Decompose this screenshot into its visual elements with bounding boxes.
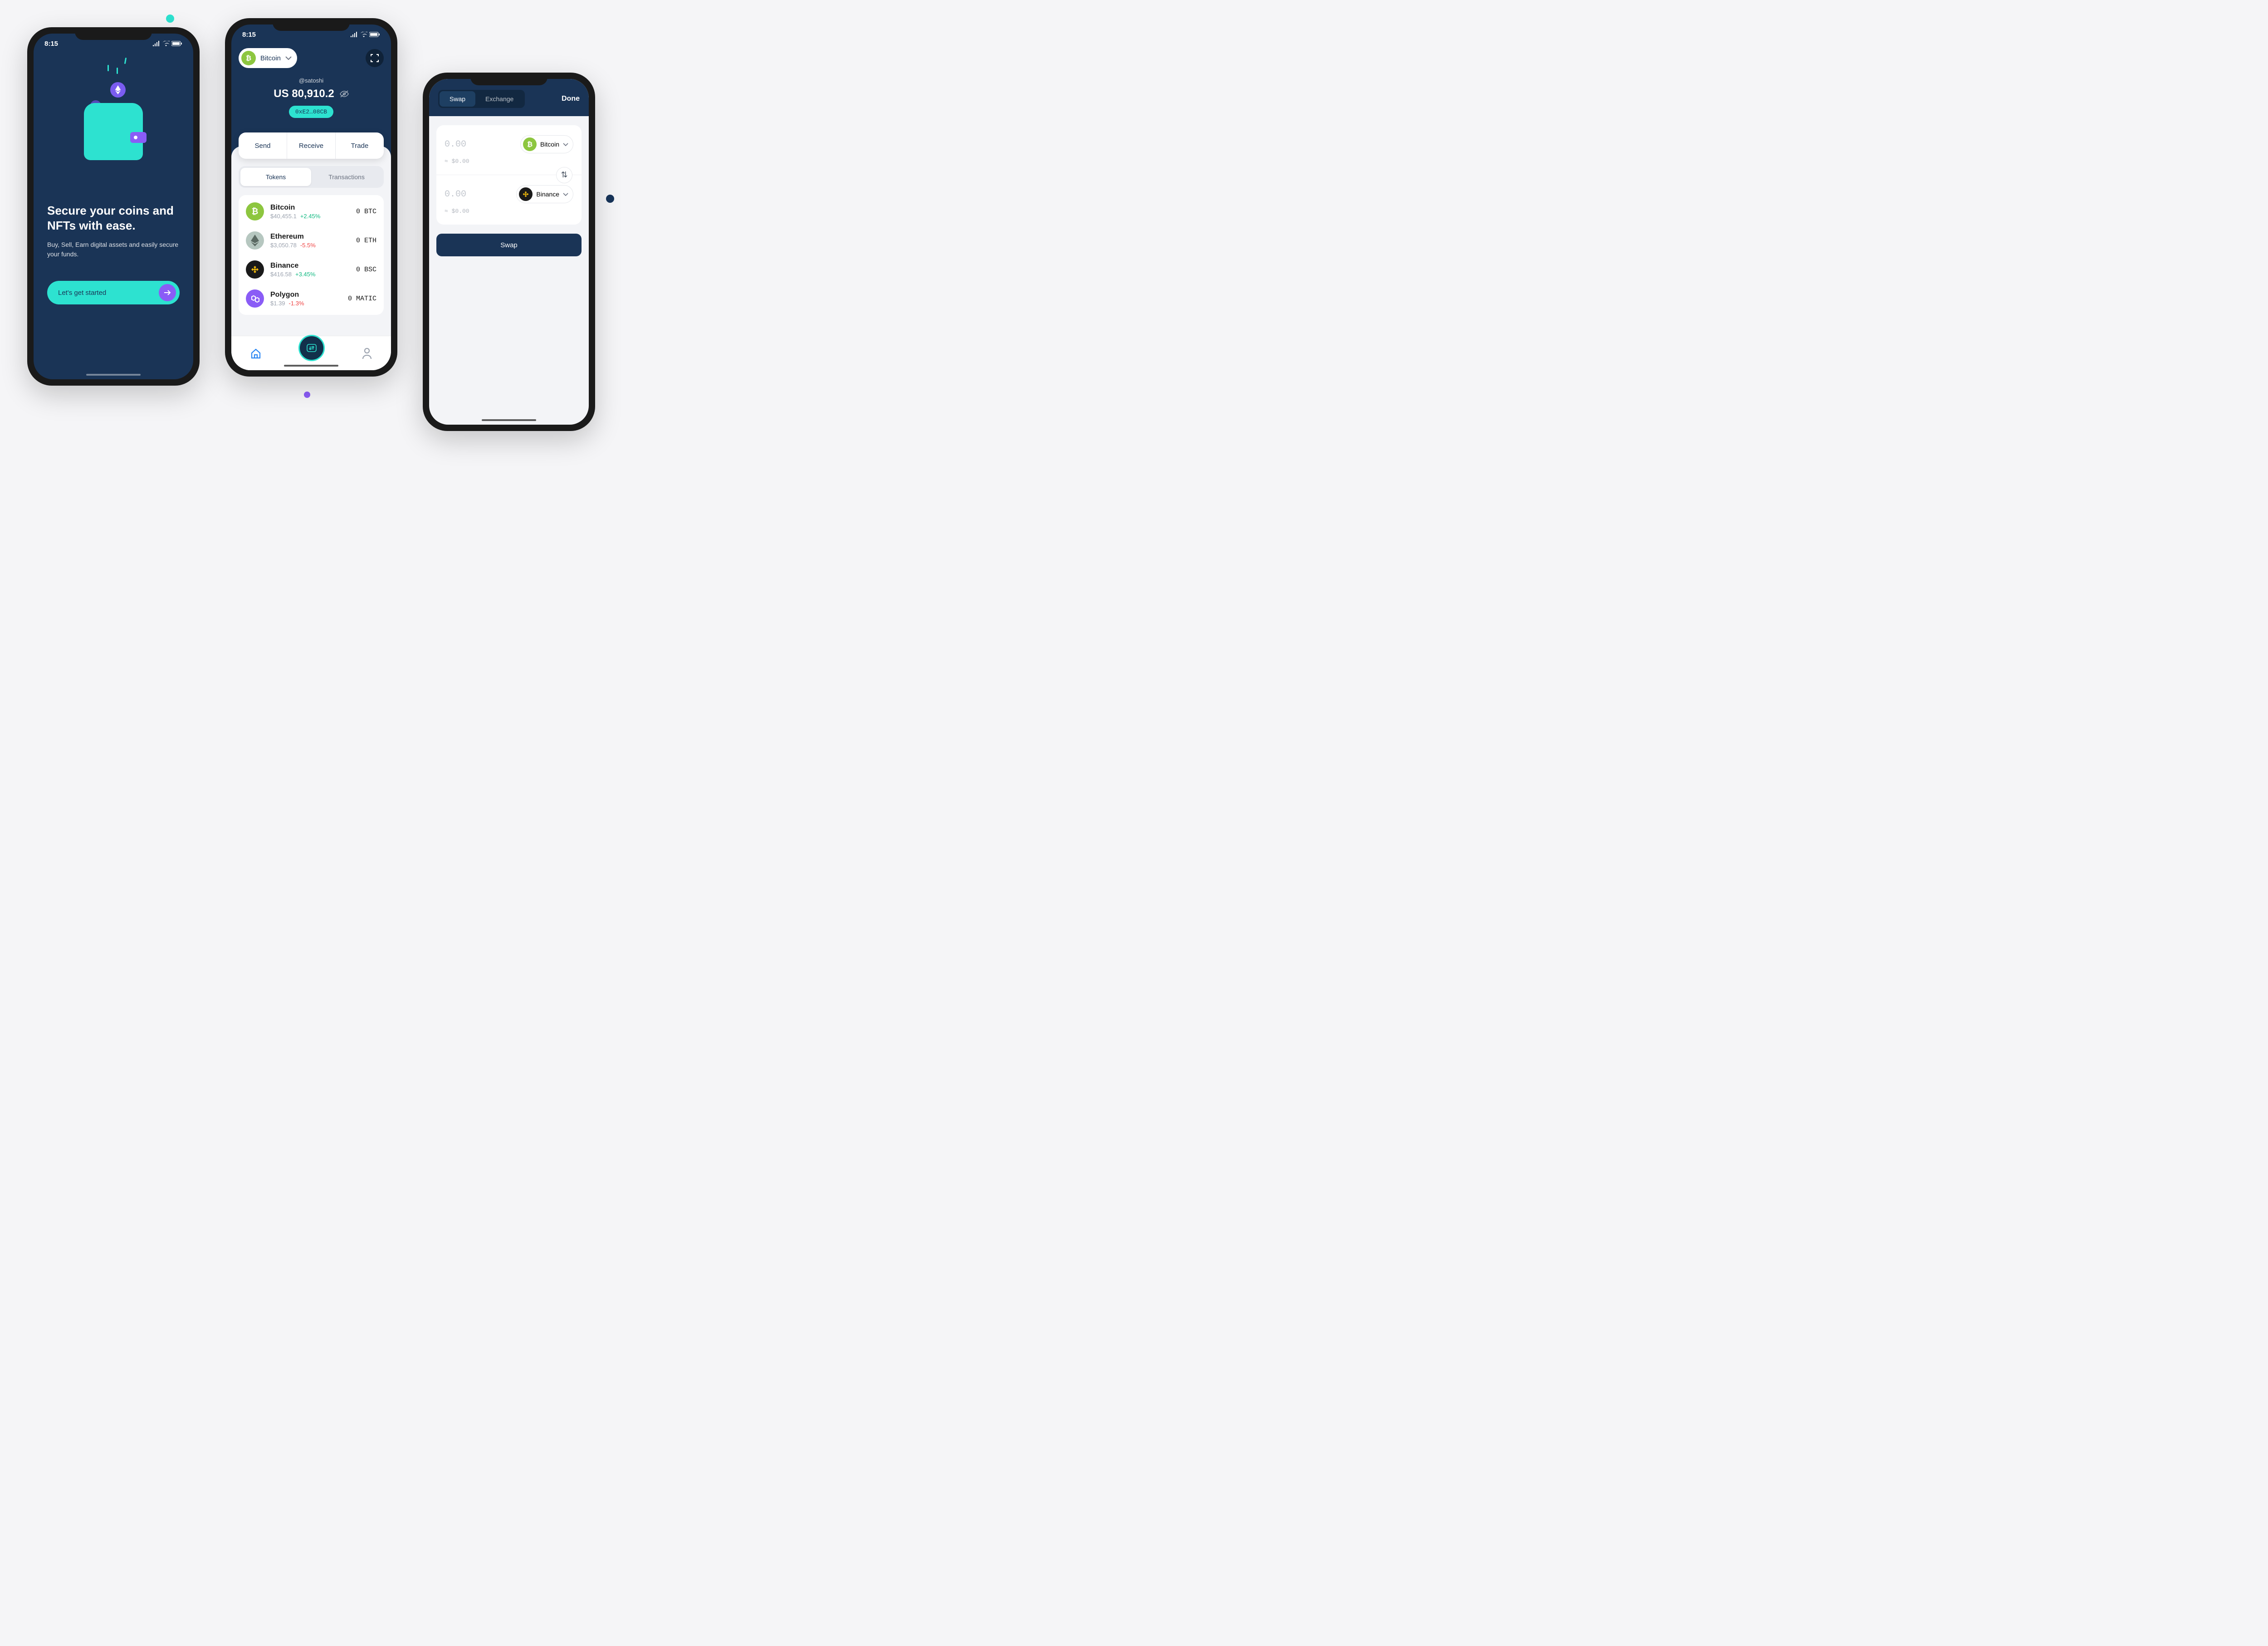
token-amount: 0 MATIC [348,295,376,303]
swap-to-coin-selector[interactable]: Binance [516,185,573,203]
tab-transactions[interactable]: Transactions [311,168,382,186]
phone-swap: Swap Exchange Done 0.00 ₿ Bitcoin [423,73,595,431]
token-price: $40,455.1 [270,213,297,220]
tab-tokens[interactable]: Tokens [240,168,311,186]
swap-card: 0.00 ₿ Bitcoin ≈ $0.00 0.00 [436,125,582,225]
swap-direction-toggle[interactable]: ⇅ [556,167,572,183]
token-name: Binance [270,262,350,270]
token-change: -5.5% [300,242,316,249]
token-name: Polygon [270,291,342,299]
nav-profile[interactable] [362,348,372,359]
phone-wallet-home: 8:15 ₿ Bitcoin [225,18,397,377]
home-indicator [86,374,141,376]
coin-selector[interactable]: ₿ Bitcoin [239,48,297,68]
chevron-down-icon [285,56,292,60]
token-change: +3.45% [295,271,315,278]
chevron-down-icon [563,193,568,196]
swap-from-coin-selector[interactable]: ₿ Bitcoin [520,135,573,153]
receive-button[interactable]: Receive [287,132,335,159]
swap-from-coin-label: Bitcoin [540,141,559,148]
home-indicator [482,419,536,421]
token-row[interactable]: Polygon $1.39 -1.3% 0 MATIC [239,284,384,313]
token-row[interactable]: Binance $416.58+3.45% 0 BSC [239,255,384,284]
coin-selector-label: Bitcoin [260,54,281,62]
token-price: $1.39 [270,300,285,307]
token-name: Bitcoin [270,204,350,212]
token-row[interactable]: Ethereum $3,050.78-5.5% 0 ETH [239,226,384,255]
status-icons [350,32,380,37]
swap-vertical-icon: ⇅ [561,170,567,180]
ethereum-icon [246,231,264,250]
done-button[interactable]: Done [562,95,580,103]
send-button[interactable]: Send [239,132,287,159]
decorative-dot [166,15,174,23]
tokens-transactions-segment: Tokens Transactions [239,166,384,188]
home-icon [250,348,262,359]
phone-onboarding: 8:15 [27,27,200,386]
token-amount: 0 BSC [356,266,376,274]
binance-icon [519,187,533,201]
swap-to-coin-label: Binance [536,191,559,198]
phone-notch [75,27,152,40]
decorative-dot [606,195,614,203]
tab-exchange[interactable]: Exchange [475,91,523,107]
trade-button[interactable]: Trade [335,132,384,159]
decorative-dot [304,392,310,398]
bitcoin-icon: ₿ [241,51,256,65]
phone-notch [470,73,547,85]
token-row[interactable]: ₿ Bitcoin $40,455.1+2.45% 0 BTC [239,197,384,226]
user-icon [362,348,372,359]
token-change: -1.3% [289,300,304,307]
swap-button[interactable]: Swap [436,234,582,256]
swap-icon [306,343,317,353]
arrow-right-icon [159,284,176,301]
chevron-down-icon [563,143,568,146]
swap-to-approx: ≈ $0.00 [445,208,573,215]
action-card: Send Receive Trade [239,132,384,159]
wallet-address-chip[interactable]: 0xE2…08CB [289,106,333,118]
scan-qr-button[interactable] [366,49,384,67]
get-started-label: Let's get started [58,289,106,297]
swap-to-amount[interactable]: 0.00 [445,189,466,200]
token-change: +2.45% [300,213,320,220]
token-list: ₿ Bitcoin $40,455.1+2.45% 0 BTC Ethereum [239,195,384,315]
token-amount: 0 BTC [356,208,376,216]
scan-icon [371,54,379,62]
home-indicator [284,365,338,367]
eye-off-icon[interactable] [340,90,349,98]
token-price: $3,050.78 [270,242,297,249]
bitcoin-icon: ₿ [523,137,537,151]
bitcoin-icon: ₿ [246,202,264,220]
onboarding-title: Secure your coins and NFTs with ease. [47,203,180,233]
token-amount: 0 ETH [356,237,376,245]
status-time: 8:15 [242,31,256,39]
eth-coin-icon [110,82,126,98]
swap-from-approx: ≈ $0.00 [445,158,573,165]
get-started-button[interactable]: Let's get started [47,281,180,304]
phone-notch [273,18,350,31]
status-time: 8:15 [44,40,58,48]
balance-amount: US 80,910.2 [274,88,334,100]
polygon-icon [246,289,264,308]
swap-fab[interactable] [298,335,325,361]
swap-from-amount[interactable]: 0.00 [445,139,466,150]
wallet-illustration [34,67,193,203]
onboarding-subtitle: Buy, Sell, Earn digital assets and easil… [47,240,180,259]
binance-icon [246,260,264,279]
token-price: $416.58 [270,271,292,278]
user-handle: @satoshi [231,77,391,84]
token-name: Ethereum [270,233,350,241]
status-icons [152,41,182,46]
nav-home[interactable] [250,348,262,359]
swap-exchange-segment: Swap Exchange [438,90,525,108]
tab-swap[interactable]: Swap [440,91,475,107]
